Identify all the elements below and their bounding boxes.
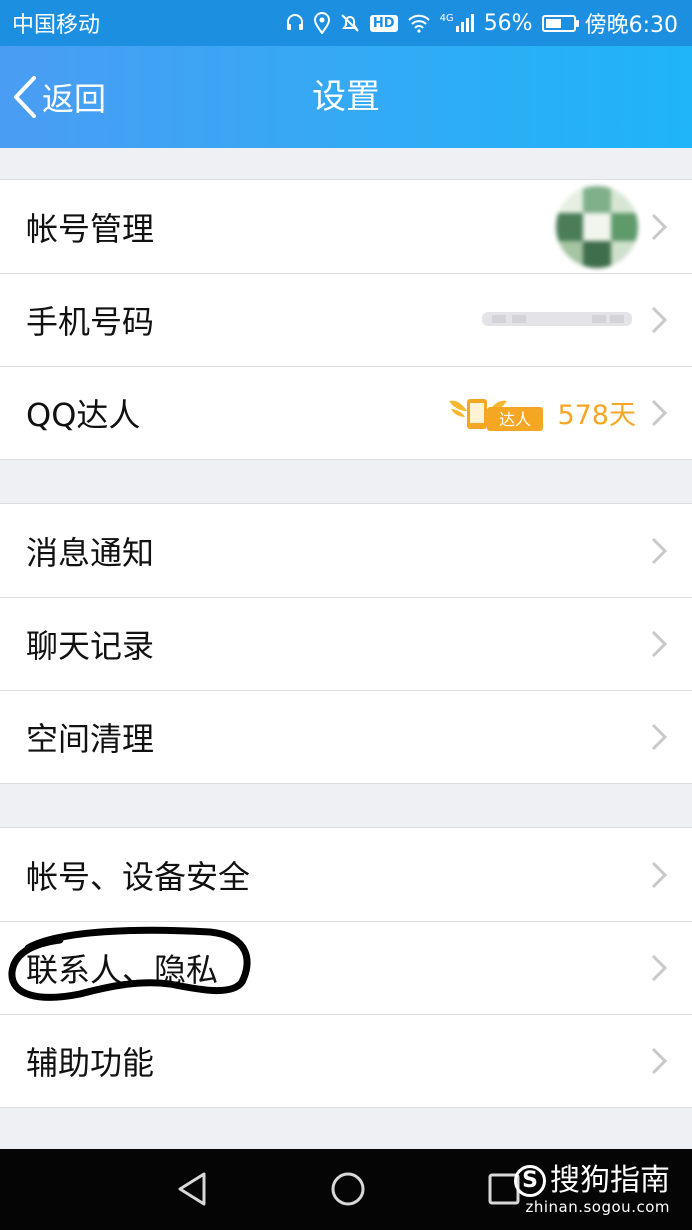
row-label: 手机号码 xyxy=(26,302,155,341)
talent-days: 578天 xyxy=(557,400,636,431)
clock: 傍晚6:30 xyxy=(584,13,678,38)
row-label: 聊天记录 xyxy=(26,626,155,665)
battery-icon xyxy=(541,14,579,32)
battery-percent: 56% xyxy=(483,10,533,36)
row-label: 空间清理 xyxy=(26,719,155,758)
row-label: QQ达人 xyxy=(26,395,141,434)
contacts-privacy-row[interactable]: 联系人、隐私 xyxy=(0,921,692,1014)
row-label: 帐号、设备安全 xyxy=(26,857,251,896)
row-label: 消息通知 xyxy=(26,533,155,572)
settings-group-messages: 消息通知 聊天记录 空间清理 xyxy=(0,503,692,784)
status-icons: HD 4G 56% 傍晚6:30 xyxy=(285,7,678,39)
sogou-logo-icon: S xyxy=(514,1164,546,1197)
back-triangle-icon[interactable] xyxy=(172,1169,212,1209)
watermark-brand: S 搜狗指南 xyxy=(514,1162,670,1198)
wifi-icon xyxy=(407,14,430,33)
chat-history-row[interactable]: 聊天记录 xyxy=(0,597,692,690)
back-label: 返回 xyxy=(42,80,107,118)
storage-cleanup-row[interactable]: 空间清理 xyxy=(0,690,692,783)
title-bar: 返回 设置 xyxy=(0,46,692,148)
watermark: S 搜狗指南 zhinan.sogou.com xyxy=(514,1149,670,1230)
carrier-label: 中国移动 xyxy=(12,13,101,38)
account-management-row[interactable]: 帐号管理 xyxy=(0,180,692,273)
home-circle-icon[interactable] xyxy=(328,1169,368,1209)
chevron-right-icon xyxy=(651,1047,668,1074)
accessibility-row[interactable]: 辅助功能 xyxy=(0,1014,692,1107)
phone-number-row[interactable]: 手机号码 xyxy=(0,273,692,366)
chevron-right-icon xyxy=(651,213,668,240)
system-nav-bar: S 搜狗指南 zhinan.sogou.com xyxy=(0,1149,692,1230)
chevron-right-icon xyxy=(651,723,668,750)
chevron-right-icon xyxy=(651,537,668,564)
chevron-right-icon xyxy=(651,399,668,426)
headset-icon xyxy=(286,14,303,30)
signal-icon: 4G xyxy=(440,14,475,32)
chevron-right-icon xyxy=(651,630,668,657)
talent-info: 达人 578天 xyxy=(447,366,636,459)
settings-group-security: 帐号、设备安全 联系人、隐私 辅助功能 xyxy=(0,827,692,1108)
talent-badge: 达人 xyxy=(449,398,544,431)
message-notification-row[interactable]: 消息通知 xyxy=(0,504,692,597)
row-label: 联系人、隐私 xyxy=(26,950,219,989)
qq-talent-row[interactable]: QQ达人 达人 578天 xyxy=(0,366,692,459)
location-icon xyxy=(313,12,330,34)
network-type: 4G xyxy=(439,13,454,24)
blurred-phone-number xyxy=(482,312,632,326)
status-bar: 中国移动 HD 4G 56% 傍晚6:30 xyxy=(0,0,692,46)
avatar xyxy=(556,186,638,268)
settings-group-account: 帐号管理 手机号码 QQ达人 达人 578天 xyxy=(0,179,692,460)
back-chevron-icon xyxy=(14,76,36,118)
mute-icon xyxy=(341,14,359,32)
watermark-url: zhinan.sogou.com xyxy=(525,1197,670,1216)
row-label: 辅助功能 xyxy=(26,1043,155,1082)
hd-icon: HD xyxy=(369,14,398,32)
chevron-right-icon xyxy=(651,861,668,888)
chevron-right-icon xyxy=(651,954,668,981)
chevron-right-icon xyxy=(651,306,668,333)
talent-badge-text: 达人 xyxy=(499,410,531,429)
account-device-security-row[interactable]: 帐号、设备安全 xyxy=(0,828,692,921)
watermark-name: 搜狗指南 xyxy=(550,1162,670,1198)
back-button[interactable]: 返回 xyxy=(10,46,106,148)
row-label: 帐号管理 xyxy=(26,209,155,248)
